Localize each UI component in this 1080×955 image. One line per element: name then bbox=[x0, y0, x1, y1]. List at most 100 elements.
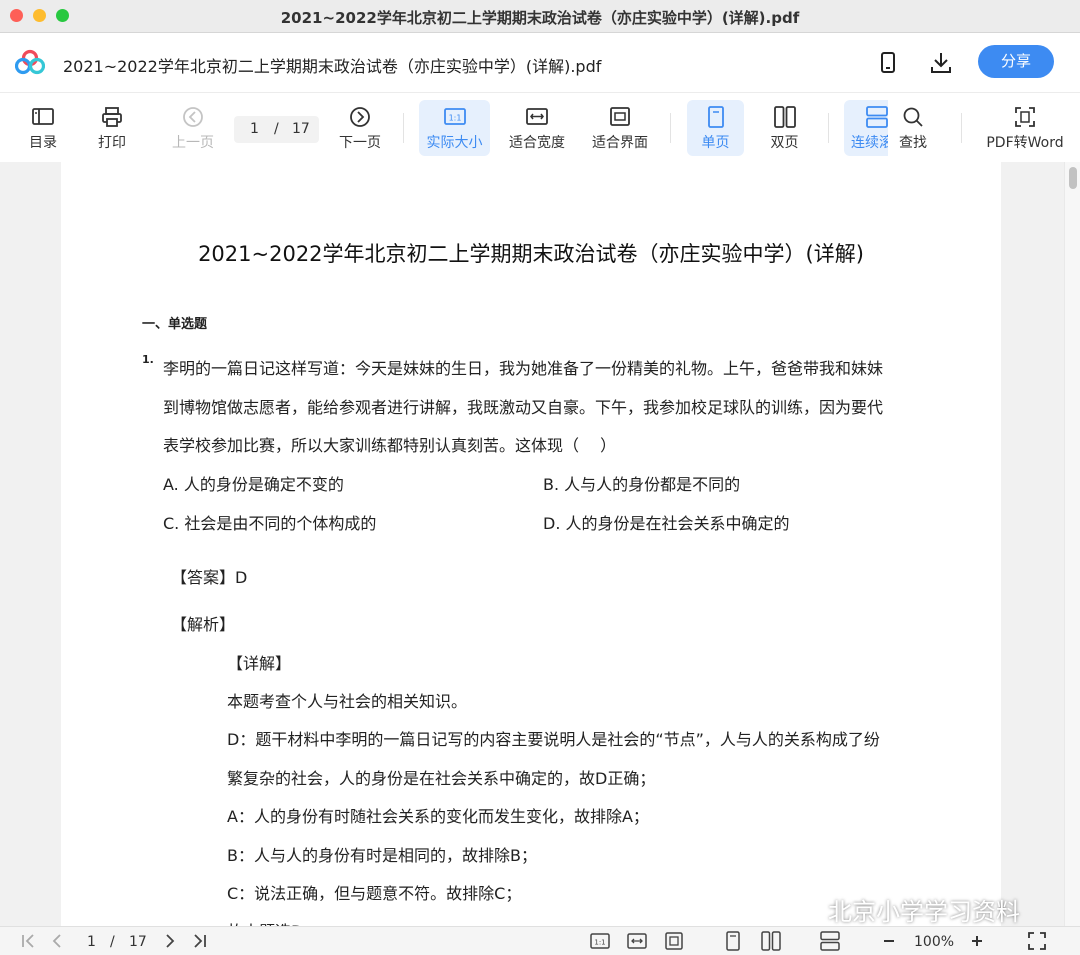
baidu-netdisk-logo-icon bbox=[15, 49, 45, 75]
share-button[interactable]: 分享 bbox=[978, 45, 1054, 78]
toolbar-divider bbox=[828, 113, 829, 143]
double-page-icon bbox=[773, 106, 797, 128]
scrollbar-thumb[interactable] bbox=[1069, 167, 1077, 189]
footer-single-page-button[interactable] bbox=[723, 931, 743, 951]
detail-line: B：人与人的身份有时是相同的，故排除B； bbox=[227, 846, 537, 865]
question-stem-line: 李明的一篇日记这样写道：今天是妹妹的生日，我为她准备了一份精美的礼物。上午，爸爸… bbox=[163, 359, 884, 378]
fit-window-button[interactable]: 适合界面 bbox=[586, 100, 654, 156]
download-button[interactable] bbox=[927, 49, 955, 77]
continuous-scroll-label: 连续滚 bbox=[851, 135, 888, 151]
printer-icon bbox=[100, 106, 124, 128]
toolbar-divider bbox=[670, 113, 671, 143]
next-page-button[interactable]: 下一页 bbox=[332, 100, 388, 156]
current-page: 1 bbox=[250, 121, 259, 137]
fit-window-icon bbox=[665, 932, 683, 950]
actual-size-icon: 1:1 bbox=[443, 106, 467, 128]
single-page-icon bbox=[704, 106, 728, 128]
fit-width-button[interactable]: 适合宽度 bbox=[503, 100, 571, 156]
vertical-scrollbar[interactable] bbox=[1064, 162, 1080, 926]
chevron-right-icon bbox=[166, 934, 175, 948]
fullscreen-button[interactable] bbox=[1027, 931, 1047, 951]
pdf-title: 2021~2022学年北京初二上学期期末政治试卷（亦庄实验中学）(详解) bbox=[198, 242, 864, 266]
first-page-button[interactable] bbox=[19, 931, 39, 951]
chevron-left-circle-icon bbox=[181, 106, 205, 128]
zoom-level[interactable]: 100% bbox=[914, 934, 954, 950]
fit-width-label: 适合宽度 bbox=[509, 135, 565, 151]
option-c: C. 社会是由不同的个体构成的 bbox=[163, 514, 377, 533]
detail-line: 本题考查个人与社会的相关知识。 bbox=[227, 692, 468, 711]
fit-width-icon bbox=[525, 106, 549, 128]
toc-button[interactable]: 目录 bbox=[16, 100, 70, 156]
option-b: B. 人与人的身份都是不同的 bbox=[543, 475, 741, 494]
svg-text:1:1: 1:1 bbox=[594, 939, 605, 947]
last-page-button[interactable] bbox=[189, 931, 209, 951]
window-title: 2021~2022学年北京初二上学期期末政治试卷（亦庄实验中学）(详解).pdf bbox=[280, 9, 800, 27]
detail-line: 繁复杂的社会，人的身份是在社会关系中确定的，故D正确； bbox=[227, 769, 656, 788]
fullscreen-icon bbox=[1028, 932, 1046, 950]
footer-fit-window-button[interactable] bbox=[664, 931, 684, 951]
single-page-label: 单页 bbox=[701, 135, 730, 151]
next-page-footer-button[interactable] bbox=[160, 931, 180, 951]
svg-text:1:1: 1:1 bbox=[448, 114, 461, 123]
analysis-heading: 【解析】 bbox=[171, 615, 236, 634]
pdf-toolbar: 目录 打印 上一页 1 / 17 下一页 1:1 实际大小 适合宽度 适合界面 … bbox=[0, 93, 1080, 162]
print-label: 打印 bbox=[98, 135, 126, 151]
actual-size-label: 实际大小 bbox=[426, 135, 483, 151]
document-title: 2021~2022学年北京初二上学期期末政治试卷（亦庄实验中学）(详解).pdf bbox=[63, 57, 602, 76]
double-page-button[interactable]: 双页 bbox=[756, 100, 813, 156]
question-number: 1. bbox=[142, 353, 154, 366]
next-page-label: 下一页 bbox=[339, 135, 381, 151]
phone-view-button[interactable] bbox=[874, 49, 902, 77]
section-heading: 一、单选题 bbox=[142, 317, 208, 332]
footer-continuous-button[interactable] bbox=[820, 931, 840, 951]
download-icon bbox=[931, 53, 951, 73]
toc-label: 目录 bbox=[29, 135, 57, 151]
document-viewport[interactable]: 2021~2022学年北京初二上学期期末政治试卷（亦庄实验中学）(详解) 一、单… bbox=[0, 162, 1080, 926]
sidebar-icon bbox=[31, 106, 55, 128]
zoom-out-button[interactable] bbox=[879, 931, 899, 951]
page-number-input[interactable]: 1 / 17 bbox=[234, 116, 319, 143]
pdf-page: 2021~2022学年北京初二上学期期末政治试卷（亦庄实验中学）(详解) 一、单… bbox=[61, 162, 1001, 926]
convert-icon bbox=[1013, 106, 1037, 128]
detail-line: D：题干材料中李明的一篇日记写的内容主要说明人是社会的“节点”，人与人的关系构成… bbox=[227, 730, 880, 749]
footer-fit-width-button[interactable] bbox=[627, 931, 647, 951]
footer-total-pages: 17 bbox=[129, 934, 147, 950]
detail-line: A：人的身份有时随社会关系的变化而发生变化，故排除A； bbox=[227, 807, 649, 826]
question-stem-line: 到博物馆做志愿者，能给参观者进行讲解，我既激动又自豪。下午，我参加校足球队的训练… bbox=[163, 398, 884, 417]
prev-page-button[interactable]: 上一页 bbox=[163, 100, 223, 156]
last-page-icon bbox=[194, 934, 206, 948]
zoom-in-button[interactable] bbox=[967, 931, 987, 951]
search-icon bbox=[901, 106, 925, 128]
double-page-icon bbox=[761, 931, 781, 951]
pdf-to-word-button[interactable]: PDF转Word bbox=[982, 100, 1068, 156]
chevron-left-icon bbox=[52, 934, 61, 948]
answer-line: 【答案】D bbox=[171, 568, 248, 587]
single-page-icon bbox=[726, 931, 740, 951]
footer-double-page-button[interactable] bbox=[761, 931, 781, 951]
detail-heading: 【详解】 bbox=[227, 654, 292, 673]
question-stem-line: 表学校参加比赛，所以大家训练都特别认真刻苦。这体现（ ） bbox=[163, 436, 617, 455]
fit-window-icon bbox=[608, 106, 632, 128]
pdf-to-word-label: PDF转Word bbox=[986, 135, 1064, 151]
footer-actual-size-button[interactable]: 1:1 bbox=[590, 931, 610, 951]
minus-icon bbox=[884, 940, 894, 942]
window-titlebar: 2021~2022学年北京初二上学期期末政治试卷（亦庄实验中学）(详解).pdf bbox=[0, 0, 1080, 33]
fit-window-label: 适合界面 bbox=[592, 135, 648, 151]
find-button[interactable]: 查找 bbox=[888, 100, 938, 156]
print-button[interactable]: 打印 bbox=[85, 100, 139, 156]
toolbar-divider bbox=[961, 113, 962, 143]
prev-page-footer-button[interactable] bbox=[47, 931, 67, 951]
actual-size-button[interactable]: 1:1 实际大小 bbox=[419, 100, 490, 156]
total-pages: 17 bbox=[292, 121, 310, 137]
option-a: A. 人的身份是确定不变的 bbox=[163, 475, 344, 494]
single-page-button[interactable]: 单页 bbox=[687, 100, 744, 156]
detail-line: C：说法正确，但与题意不符。故排除C； bbox=[227, 884, 522, 903]
chevron-right-circle-icon bbox=[348, 106, 372, 128]
watermark-text: 北京小学学习资料 bbox=[828, 898, 1020, 926]
first-page-icon bbox=[22, 934, 34, 948]
continuous-scroll-button[interactable]: 连续滚 bbox=[844, 100, 888, 156]
footer-page-sep: / bbox=[110, 934, 115, 950]
footer-current-page[interactable]: 1 bbox=[87, 934, 96, 950]
fit-width-icon bbox=[627, 933, 647, 949]
status-bar: 1 / 17 1:1 100% bbox=[0, 926, 1080, 955]
